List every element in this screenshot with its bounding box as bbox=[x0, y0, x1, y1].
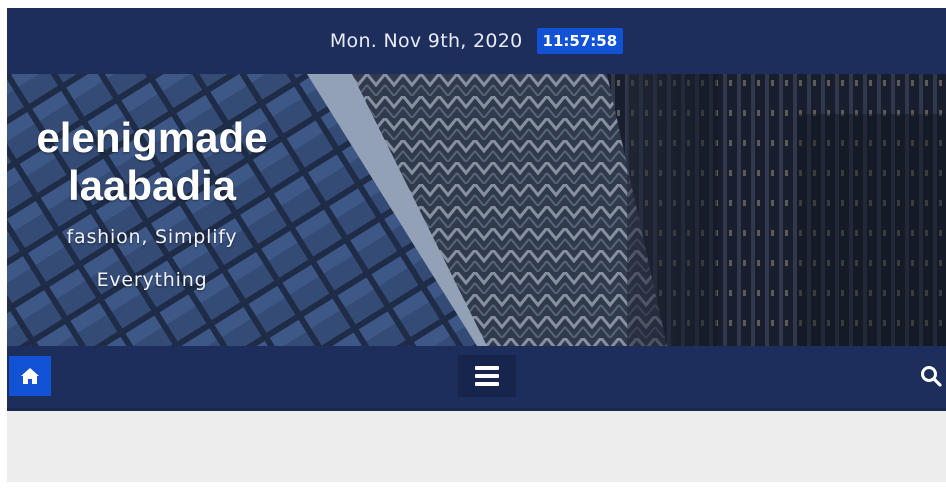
menu-toggle-button[interactable] bbox=[458, 355, 516, 397]
tagline-line-2: Everything bbox=[96, 269, 208, 291]
hamburger-menu-icon bbox=[475, 366, 499, 386]
top-bar: Mon. Nov 9th, 2020 11:57:58 bbox=[7, 8, 946, 74]
tagline-line-1: fashion, Simplify bbox=[66, 226, 238, 248]
site-title[interactable]: elenigmade laabadia bbox=[7, 114, 297, 210]
home-button[interactable] bbox=[9, 356, 51, 396]
header-hero-image: elenigmade laabadia fashion, Simplify Ev… bbox=[7, 74, 946, 346]
search-button[interactable] bbox=[918, 362, 944, 390]
site-branding: elenigmade laabadia fashion, Simplify Ev… bbox=[7, 114, 297, 302]
current-date: Mon. Nov 9th, 2020 bbox=[329, 30, 523, 52]
site-title-line-2[interactable]: laabadia bbox=[7, 162, 297, 210]
current-time-badge: 11:57:58 bbox=[536, 28, 624, 54]
main-navigation-bar bbox=[7, 346, 946, 411]
site-title-line-1[interactable]: elenigmade bbox=[7, 114, 297, 162]
site-tagline: fashion, Simplify Everything bbox=[7, 216, 297, 302]
search-icon bbox=[921, 366, 942, 387]
page-frame: Mon. Nov 9th, 2020 11:57:58 elenigmade l… bbox=[7, 8, 946, 482]
home-icon bbox=[21, 368, 39, 384]
